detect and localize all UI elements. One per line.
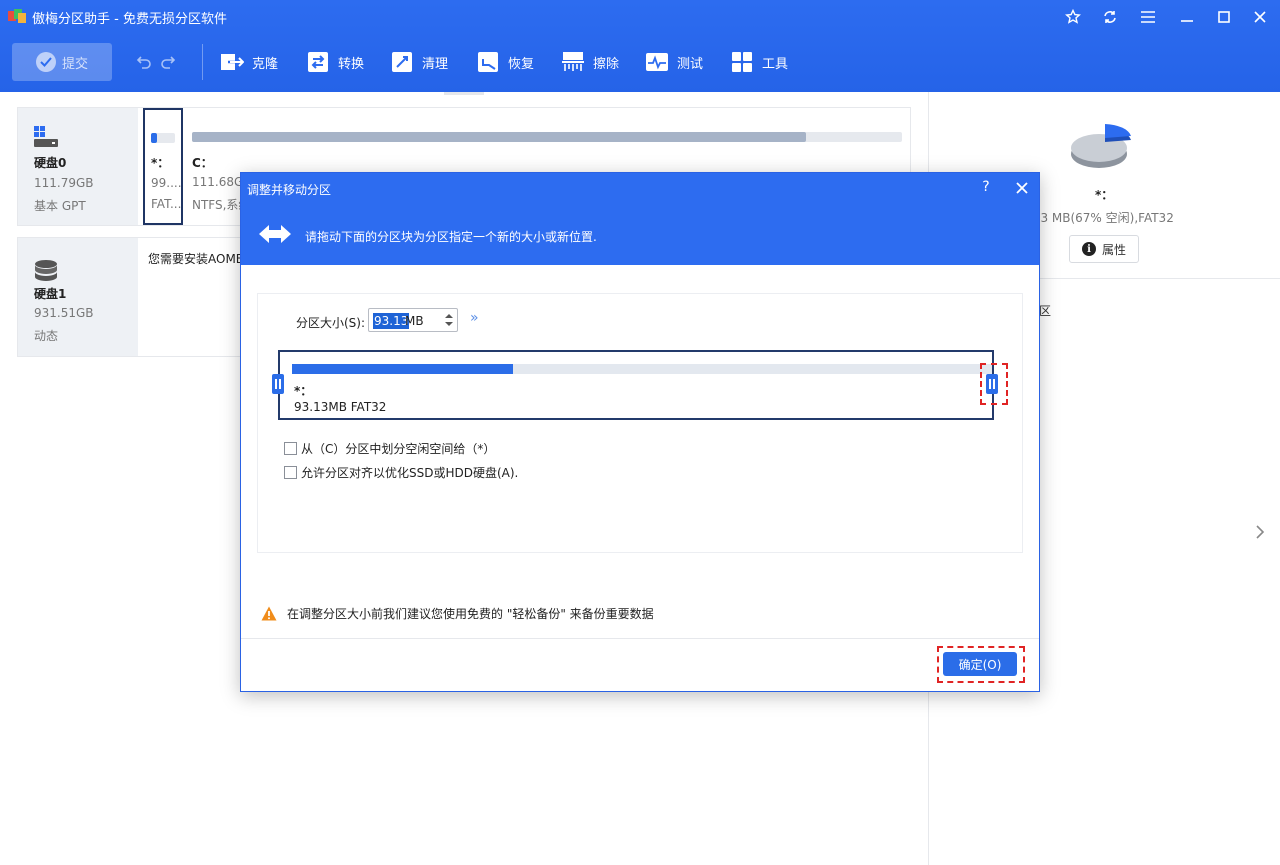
- redo-icon[interactable]: [160, 53, 178, 71]
- resize-arrows-icon: [259, 225, 291, 243]
- app-logo-icon: [8, 9, 26, 23]
- database-disk-icon: [35, 260, 57, 281]
- toolbar-label: 测试: [677, 56, 704, 72]
- backup-warning: 在调整分区大小前我们建议您使用免费的 "轻松备份" 来备份重要数据: [261, 605, 654, 622]
- spinner-icon[interactable]: [443, 311, 455, 329]
- refresh-icon[interactable]: [1098, 6, 1122, 28]
- chevron-right-icon[interactable]: [1254, 524, 1266, 540]
- disk-info: 硬盘1 931.51GB 动态: [18, 238, 138, 356]
- windows-disk-icon: [34, 126, 58, 147]
- info-icon: i: [1081, 242, 1096, 256]
- toolbar-tools[interactable]: 工具: [730, 48, 788, 76]
- toolbar-label: 转换: [338, 56, 365, 72]
- scroll-notch: [444, 92, 484, 95]
- toolbar-clean[interactable]: 清理: [390, 48, 448, 76]
- dialog-close-icon[interactable]: [1013, 179, 1031, 197]
- partition-size: 99....: [151, 176, 181, 190]
- partition-label: C：: [192, 156, 213, 170]
- warning-text: 在调整分区大小前我们建议您使用免费的 "轻松备份" 来备份重要数据: [287, 607, 654, 621]
- help-icon[interactable]: ?: [977, 179, 995, 197]
- submit-label: 提交: [61, 56, 88, 72]
- highlight-box: [937, 646, 1025, 683]
- section-label: 区: [1039, 304, 1052, 318]
- minimize-icon[interactable]: [1175, 6, 1199, 28]
- toolbar-convert[interactable]: 转换: [306, 48, 364, 76]
- app-header: 傲梅分区助手 - 免费无损分区软件 提交 克隆 转换 清理 恢复 擦除 测试 工…: [0, 0, 1280, 92]
- check-icon: [35, 52, 56, 72]
- toolbar: 提交 克隆 转换 清理 恢复 擦除 测试 工具: [0, 40, 1280, 84]
- disk-name: 硬盘0: [34, 156, 67, 170]
- checkbox-align-partition[interactable]: 允许分区对齐以优化SSD或HDD硬盘(A).: [284, 464, 518, 481]
- properties-label: 属性: [1101, 242, 1126, 257]
- toolbar-label: 工具: [762, 56, 789, 72]
- disk-type: 基本 GPT: [34, 199, 86, 213]
- toolbar-label: 克隆: [252, 56, 279, 72]
- partition-size: 111.68G: [192, 175, 244, 189]
- left-drag-handle[interactable]: [272, 374, 284, 394]
- checkbox-allocate-free-space[interactable]: 从（C）分区中划分空闲空间给（*）: [284, 440, 495, 457]
- partition-drag-block[interactable]: *： 93.13MB FAT32: [272, 350, 998, 420]
- recover-icon: [476, 50, 500, 74]
- partition-bar: [292, 364, 992, 374]
- disk-name: 硬盘1: [34, 287, 67, 301]
- footer-divider: [241, 638, 1039, 639]
- toolbar-label: 清理: [422, 56, 449, 72]
- partition-detail: 93.13MB FAT32: [294, 400, 387, 414]
- dialog-hint: 请拖动下面的分区块为分区指定一个新的大小或新位置.: [305, 230, 597, 244]
- tools-icon: [730, 50, 754, 74]
- disk-size: 111.79GB: [34, 176, 94, 190]
- dialog-title: 调整并移动分区: [247, 183, 332, 197]
- toolbar-test[interactable]: 测试: [645, 48, 703, 76]
- star-icon[interactable]: [1061, 6, 1085, 28]
- partition-bar-fill: [292, 364, 513, 374]
- undo-icon[interactable]: [134, 53, 152, 71]
- partition-fs: FAT...: [151, 197, 181, 211]
- partition-size-input[interactable]: 93.13 MB: [368, 308, 458, 332]
- checkbox-label: 允许分区对齐以优化SSD或HDD硬盘(A).: [301, 466, 519, 480]
- highlight-box: [980, 363, 1008, 405]
- checkbox-label: 从（C）分区中划分空闲空间给（*）: [301, 442, 496, 456]
- properties-button[interactable]: i 属性: [1069, 235, 1139, 263]
- toolbar-label: 恢复: [508, 56, 535, 72]
- toolbar-recover[interactable]: 恢复: [476, 48, 534, 76]
- selected-partition-name: *：: [1095, 188, 1114, 202]
- wipe-icon: [561, 50, 585, 74]
- clone-icon: [220, 50, 244, 74]
- disk-type: 动态: [34, 329, 59, 343]
- disk-size: 931.51GB: [34, 306, 94, 320]
- convert-icon: [306, 50, 330, 74]
- partition-usage-bar: [151, 133, 175, 143]
- toolbar-label: 擦除: [593, 56, 620, 72]
- pie-chart-icon: [1071, 124, 1131, 168]
- title-bar: 傲梅分区助手 - 免费无损分区软件: [0, 0, 1280, 34]
- clean-icon: [390, 50, 414, 74]
- toolbar-wipe[interactable]: 擦除: [561, 48, 619, 76]
- partition-size-label: 分区大小(S):: [296, 316, 366, 330]
- partition-size-unit: MB: [405, 314, 424, 328]
- partition-label: *：: [151, 156, 170, 170]
- partition-size-value[interactable]: 93.13: [373, 313, 410, 329]
- submit-button[interactable]: 提交: [12, 43, 112, 81]
- partition-star-selected[interactable]: *： 99.... FAT...: [143, 108, 183, 225]
- selected-partition-detail: .03 MB(67% 空闲),FAT32: [1029, 211, 1174, 225]
- toolbar-clone[interactable]: 克隆: [220, 48, 278, 76]
- expand-icon[interactable]: »: [470, 310, 479, 326]
- resize-move-dialog: 调整并移动分区 ? 请拖动下面的分区块为分区指定一个新的大小或新位置. 分区大小…: [240, 172, 1040, 692]
- maximize-icon[interactable]: [1212, 6, 1236, 28]
- warning-icon: [261, 606, 277, 621]
- app-title: 傲梅分区助手 - 免费无损分区软件: [32, 12, 227, 27]
- toolbar-divider: [202, 44, 203, 80]
- disk-info: 硬盘0 111.79GB 基本 GPT: [18, 108, 138, 225]
- dialog-header: 调整并移动分区 ? 请拖动下面的分区块为分区指定一个新的大小或新位置.: [241, 173, 1039, 265]
- checkbox[interactable]: [284, 442, 297, 455]
- close-icon[interactable]: [1248, 6, 1272, 28]
- dialog-panel: 分区大小(S): 93.13 MB » *： 93.13MB FAT32 从（C…: [257, 293, 1023, 553]
- disk-message: 您需要安装AOMEI: [148, 252, 247, 266]
- checkbox[interactable]: [284, 466, 297, 479]
- partition-name: *：: [294, 384, 313, 398]
- menu-icon[interactable]: [1136, 6, 1160, 28]
- test-icon: [645, 50, 669, 74]
- partition-usage-bar: [192, 132, 902, 142]
